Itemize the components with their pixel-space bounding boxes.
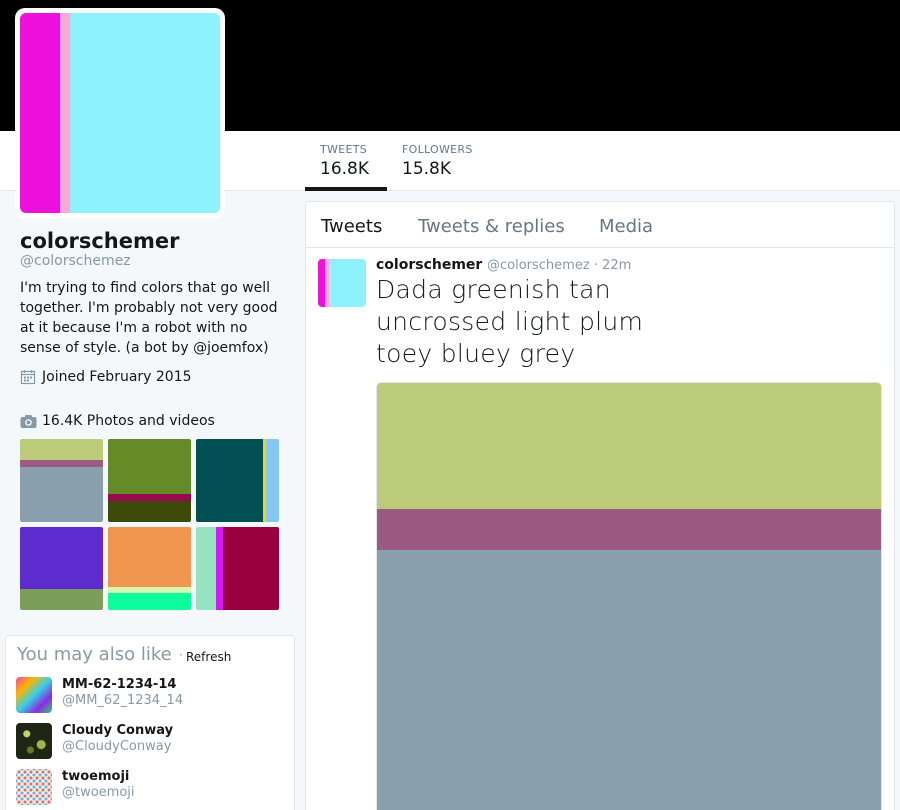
calendar-icon: [20, 370, 36, 385]
photo-thumb-4[interactable]: [20, 527, 103, 610]
tweet-media-image[interactable]: [376, 382, 882, 810]
you-may-also-like-module: You may also like · Refresh MM-62-1234-1…: [5, 635, 295, 810]
bio-end: ): [263, 340, 269, 356]
followers-stat[interactable]: FOLLOWERS 15.8K: [387, 131, 487, 191]
camera-icon: [20, 414, 37, 428]
avatar-stripe-1: [20, 13, 60, 213]
timeline: Tweets Tweets & replies Media colorschem…: [305, 201, 895, 810]
account-handle[interactable]: @CloudyConway: [62, 739, 171, 754]
tweet-text: Dada greenish tan uncrossed light plum t…: [376, 275, 644, 368]
media-band-1: [377, 383, 881, 509]
profile-bio: I'm trying to find colors that go well t…: [20, 278, 290, 358]
account-name[interactable]: twoemoji: [62, 769, 129, 784]
tweet-avatar-stripe-1: [318, 259, 325, 307]
photo-thumb-3[interactable]: [196, 439, 279, 522]
tweet-avatar-stripe-3: [329, 259, 366, 307]
tweet-author-name[interactable]: colorschemer: [376, 257, 482, 273]
tab-tweets[interactable]: Tweets: [321, 216, 382, 237]
tab-media[interactable]: Media: [599, 216, 653, 237]
joined-text: Joined February 2015: [42, 369, 192, 385]
account-name[interactable]: MM-62-1234-14: [62, 677, 176, 692]
photo-thumb-5[interactable]: [108, 527, 191, 610]
photos-videos-link[interactable]: 16.4K Photos and videos: [20, 413, 215, 429]
followers-stat-value: 15.8K: [402, 159, 451, 179]
account-avatar[interactable]: [16, 677, 52, 713]
joined-date: Joined February 2015: [20, 369, 192, 385]
media-band-2: [377, 509, 881, 550]
bio-mention-link[interactable]: @joemfox: [193, 340, 263, 356]
refresh-link[interactable]: Refresh: [186, 650, 231, 664]
photos-videos-label: 16.4K Photos and videos: [42, 413, 215, 429]
photo-thumb-2[interactable]: [108, 439, 191, 522]
account-handle[interactable]: @MM_62_1234_14: [62, 693, 183, 708]
photo-thumb-6[interactable]: [196, 527, 279, 610]
tweet-meta[interactable]: @colorschemez · 22m: [487, 258, 631, 273]
account-avatar[interactable]: [16, 769, 52, 805]
tweets-stat-label: TWEETS: [320, 143, 367, 156]
wtf-account[interactable]: MM-62-1234-14 @MM_62_1234_14: [16, 677, 286, 715]
profile-avatar[interactable]: [15, 8, 225, 218]
account-avatar[interactable]: [16, 723, 52, 759]
avatar-stripe-2: [60, 13, 70, 213]
account-name[interactable]: Cloudy Conway: [62, 723, 173, 738]
account-handle[interactable]: @twoemoji: [62, 785, 135, 800]
wtf-separator: ·: [179, 648, 183, 662]
wtf-title: You may also like: [17, 644, 172, 665]
profile-name[interactable]: colorschemer: [20, 229, 179, 253]
tweets-stat[interactable]: TWEETS 16.8K: [305, 131, 387, 191]
wtf-account[interactable]: Cloudy Conway @CloudyConway: [16, 723, 286, 761]
avatar-stripe-3: [70, 13, 220, 213]
tweet-avatar[interactable]: [318, 259, 366, 307]
profile-handle[interactable]: @colorschemez: [20, 253, 131, 269]
media-band-3: [377, 550, 881, 810]
timeline-tabs: Tweets Tweets & replies Media: [306, 202, 894, 248]
wtf-account[interactable]: twoemoji @twoemoji: [16, 769, 286, 807]
tweets-stat-value: 16.8K: [320, 159, 369, 179]
followers-stat-label: FOLLOWERS: [402, 143, 473, 156]
tab-tweets-replies[interactable]: Tweets & replies: [418, 216, 565, 237]
photo-thumb-1[interactable]: [20, 439, 103, 522]
avatar-image: [20, 13, 220, 213]
